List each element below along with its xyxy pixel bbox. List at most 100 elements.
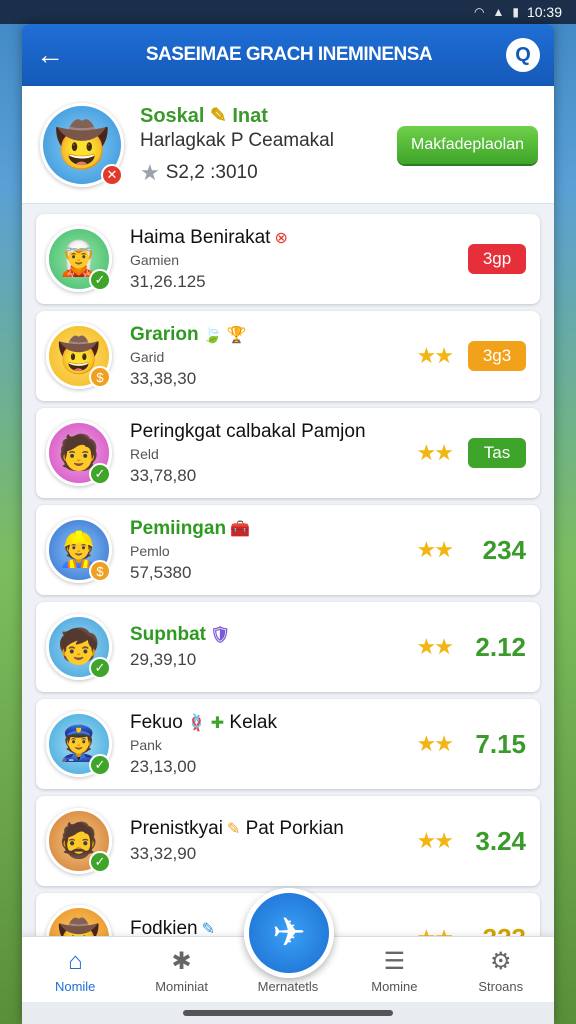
app-header: ← SASEIMAE GRACH INEMINENSA Q xyxy=(22,24,554,86)
row-meta: 31,26.125 xyxy=(130,271,206,291)
avatar: 🤠 $ xyxy=(46,323,112,389)
profile-info: Soskal ✎ Inat Harlagkak P Ceamakal ★ S2,… xyxy=(140,103,397,186)
check-icon: ✓ xyxy=(89,657,111,679)
chest-icon: 🧰 xyxy=(230,520,250,538)
row-role: Gamien xyxy=(130,251,180,268)
rating-stars: ★★ xyxy=(416,731,454,756)
row-score: 3.24 xyxy=(475,825,526,856)
profile-action-button[interactable]: Makfadeplaolan xyxy=(397,125,538,164)
row-role: Garid xyxy=(130,348,165,365)
row-info: Haima Benirakat ⊗ Gamien 31,26.125 xyxy=(130,227,468,292)
home-indicator xyxy=(22,1002,554,1024)
pencil-icon: ✎ xyxy=(210,105,227,127)
list-item[interactable]: 🧝 ✓ Haima Benirakat ⊗ Gamien 31,26.125 3g… xyxy=(36,214,540,304)
avatar: 👷 $ xyxy=(46,517,112,583)
row-role: Pemlo xyxy=(130,542,170,559)
home-indicator-bar[interactable] xyxy=(183,1010,393,1016)
nav-label: Mominiat xyxy=(155,979,208,994)
row-score: 234 xyxy=(482,534,526,565)
wifi-icon: ◠ xyxy=(473,5,485,19)
row-info: Pemiingan 🧰 Pemlo 57,5380 xyxy=(130,518,417,583)
home-icon: ⌂ xyxy=(67,948,83,975)
profile-score: ★ S2,2 :3010 xyxy=(140,160,397,186)
rating-stars: ★★ xyxy=(416,440,454,465)
avatar: 🧝 ✓ xyxy=(46,226,112,292)
app-frame: ← SASEIMAE GRACH INEMINENSA Q 🤠 ✕ Soskal… xyxy=(22,24,554,1024)
nav-label: Momine xyxy=(371,979,418,994)
pencil-icon: ✎ xyxy=(201,920,216,938)
row-name-text: Prenistkyai xyxy=(130,818,223,839)
plane-icon: ✈ xyxy=(272,911,306,955)
row-name-text: Supnbat xyxy=(130,624,206,645)
coin-icon: $ xyxy=(89,560,111,582)
trophy-icon: 🏆 xyxy=(226,326,247,344)
search-icon[interactable]: Q xyxy=(506,38,540,72)
badge-icon: ✕ xyxy=(101,163,123,186)
profile-avatar: 🤠 ✕ xyxy=(40,102,124,187)
row-meta: 33,78,80 xyxy=(130,465,197,485)
plus-icon: ✚ xyxy=(210,714,225,732)
list-item[interactable]: 🧑 ✓ Peringkgat calbakal Pamjon Reld 33,7… xyxy=(36,408,540,498)
row-score: 2.12 xyxy=(475,631,526,662)
back-arrow-icon[interactable]: ← xyxy=(36,39,72,71)
row-meta: 23,13,00 xyxy=(130,756,197,776)
rating-stars: ★★ xyxy=(416,634,454,659)
row-role: Reld xyxy=(130,445,159,462)
list-icon: ☰ xyxy=(383,948,406,975)
tools-icon: ⚙ xyxy=(489,948,512,975)
row-info: Grarion 🍃 🏆 Garid 33,38,30 xyxy=(130,324,417,389)
row-name: Grarion 🍃 🏆 xyxy=(130,324,417,346)
nav-label: Nomile xyxy=(54,979,96,994)
row-name: Fekuo 🪢 ✚ Kelak xyxy=(130,712,417,734)
list-item[interactable]: 👮 ✓ Fekuo 🪢 ✚ Kelak Pank 23,13,00 ★★ 7.15 xyxy=(36,699,540,789)
rating-stars: ★★ xyxy=(416,343,454,368)
check-icon: ✓ xyxy=(89,269,111,291)
nav-item-list[interactable]: ☰ Momine xyxy=(346,948,442,995)
row-info: Fekuo 🪢 ✚ Kelak Pank 23,13,00 xyxy=(130,712,417,777)
nav-label: Mernatetls xyxy=(257,979,319,994)
row-meta: 29,39,10 xyxy=(130,650,197,669)
list-item[interactable]: 👷 $ Pemiingan 🧰 Pemlo 57,5380 ★★ 234 xyxy=(36,505,540,595)
row-name-text: Fekuo xyxy=(130,711,183,733)
profile-subtitle: Harlagkak P Ceamakal xyxy=(140,130,334,151)
row-name: Peringkgat calbakal Pamjon xyxy=(130,420,366,442)
row-name: Supnbat 🛡 xyxy=(130,624,417,646)
check-icon: ✓ xyxy=(89,754,111,776)
profile-card: 🤠 ✕ Soskal ✎ Inat Harlagkak P Ceamakal ★… xyxy=(22,86,554,204)
row-score: 7.15 xyxy=(475,728,526,759)
row-info: Peringkgat calbakal Pamjon Reld 33,78,80 xyxy=(130,421,417,486)
nav-item-tools[interactable]: ⚙ Stroans xyxy=(453,948,549,995)
cross-icon: ⊗ xyxy=(274,229,288,247)
row-name-text: Grarion xyxy=(130,323,199,345)
signal-icon: ▲ xyxy=(492,5,505,19)
avatar: 👮 ✓ xyxy=(46,711,112,777)
star-icon: ★ xyxy=(140,160,160,185)
profile-name-suffix: Inat xyxy=(232,105,268,127)
row-badge[interactable]: 3g3 xyxy=(468,341,526,371)
nav-item-home[interactable]: ⌂ Nomile xyxy=(27,948,123,995)
profile-name: Soskal ✎ Inat xyxy=(140,103,397,128)
nav-item-puzzle[interactable]: ✱ Mominiat xyxy=(134,949,230,995)
avatar: 🧔 ✓ xyxy=(46,808,112,874)
row-badge[interactable]: Tas xyxy=(468,438,526,468)
battery-icon: ▮ xyxy=(512,5,519,19)
page-title: SASEIMAE GRACH INEMINENSA xyxy=(145,44,433,65)
profile-name-text: Soskal xyxy=(140,105,205,127)
row-name-extra: Pat Porkian xyxy=(245,818,344,839)
shield-icon: 🛡 xyxy=(210,627,231,644)
row-name: Prenistkyai ✎ Pat Porkian xyxy=(130,818,417,840)
plane-fab-button[interactable]: ✈ xyxy=(244,888,334,978)
pencil-icon: ✎ xyxy=(226,821,241,838)
check-icon: ✓ xyxy=(89,851,111,873)
nav-label: Stroans xyxy=(478,979,524,994)
leaf-icon: 🍃 xyxy=(202,326,223,344)
status-bar: ◠ ▲ ▮ 10:39 xyxy=(0,0,576,24)
list-item[interactable]: 🧔 ✓ Prenistkyai ✎ Pat Porkian 33,32,90 ★★… xyxy=(36,796,540,886)
list-item[interactable]: 🤠 $ Grarion 🍃 🏆 Garid 33,38,30 ★★ 3g3 xyxy=(36,311,540,401)
row-meta: 57,5380 xyxy=(130,562,192,582)
avatar: 🧒 ✓ xyxy=(46,614,112,680)
row-badge[interactable]: 3gp xyxy=(468,244,526,274)
row-info: Supnbat 🛡 29,39,10 xyxy=(130,624,417,670)
profile-score-text: S2,2 :3010 xyxy=(165,162,258,183)
list-item[interactable]: 🧒 ✓ Supnbat 🛡 29,39,10 ★★ 2.12 xyxy=(36,602,540,692)
